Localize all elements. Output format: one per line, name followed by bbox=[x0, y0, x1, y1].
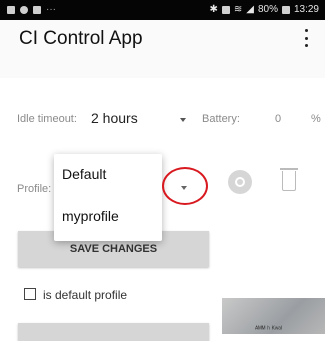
battery-value: 0 bbox=[275, 113, 282, 125]
settings-row: Idle timeout: 2 hours Battery: 0 % bbox=[0, 110, 325, 128]
battery-label: Battery: bbox=[202, 113, 240, 125]
battery-unit: % bbox=[311, 113, 321, 125]
default-profile-checkbox[interactable] bbox=[24, 288, 36, 300]
clock-icon bbox=[20, 5, 28, 14]
wifi-icon: ≋ bbox=[233, 4, 243, 15]
more-icon: ··· bbox=[46, 4, 56, 15]
idle-timeout-label: Idle timeout: bbox=[17, 113, 77, 125]
delete-profile-icon[interactable] bbox=[280, 168, 298, 191]
highlight-circle bbox=[162, 167, 208, 205]
preview-image-caption: ᴬᴹᴹ ʰ ᴷʷᵃᴵ bbox=[255, 326, 283, 333]
profile-dropdown-menu: Default myprofile bbox=[54, 154, 162, 241]
bottom-button[interactable] bbox=[18, 323, 209, 341]
idle-timeout-dropdown-icon[interactable] bbox=[180, 118, 186, 122]
message-icon bbox=[33, 5, 41, 14]
clock-time: 13:29 bbox=[293, 4, 319, 15]
profile-option-myprofile[interactable]: myprofile bbox=[62, 208, 119, 224]
default-profile-label: is default profile bbox=[43, 288, 128, 302]
overflow-menu-icon[interactable] bbox=[301, 27, 311, 49]
idle-timeout-value[interactable]: 2 hours bbox=[91, 110, 138, 126]
status-icons-right: ✱ ≋ ◢ 80% 13:29 bbox=[209, 4, 319, 15]
battery-icon bbox=[281, 5, 290, 14]
profile-option-default[interactable]: Default bbox=[62, 166, 106, 182]
app-title: CI Control App bbox=[19, 28, 143, 49]
gallery-icon bbox=[7, 5, 15, 14]
battery-percent: 80% bbox=[257, 4, 278, 15]
bluetooth-icon: ✱ bbox=[209, 4, 218, 15]
status-icons-left: ··· bbox=[7, 4, 56, 15]
signal-icon: ◢ bbox=[246, 4, 254, 15]
add-profile-button[interactable] bbox=[228, 170, 252, 194]
vibrate-icon bbox=[221, 5, 230, 14]
profile-label: Profile: bbox=[17, 183, 52, 195]
status-bar: ··· ✱ ≋ ◢ 80% 13:29 bbox=[0, 0, 325, 20]
